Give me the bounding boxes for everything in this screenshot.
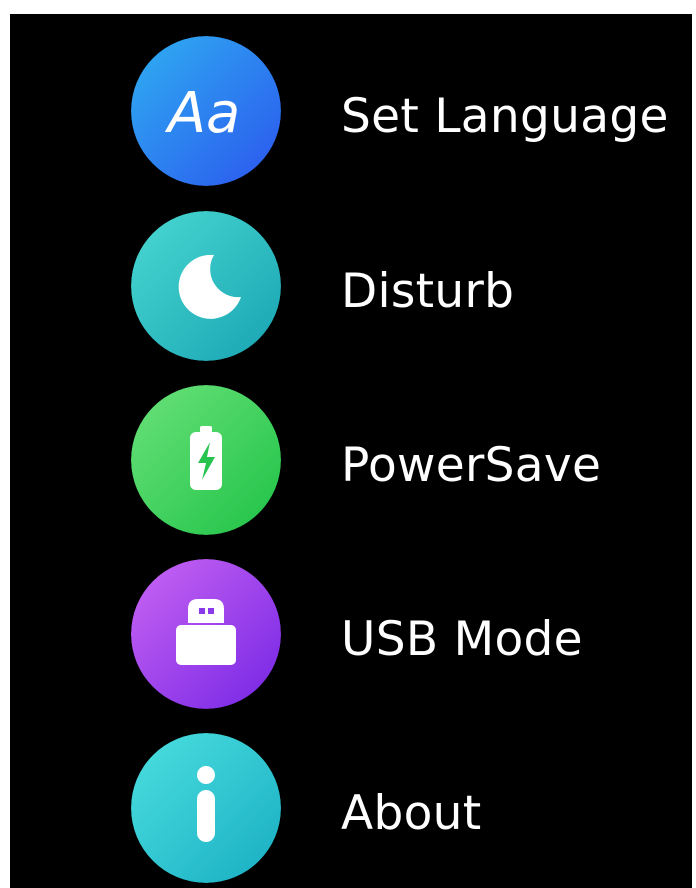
menu-label-about: About	[341, 786, 482, 841]
menu-label-disturb: Disturb	[341, 264, 515, 319]
menu-item-powersave[interactable]: PowerSave	[10, 381, 692, 541]
menu-item-disturb[interactable]: Disturb	[10, 207, 692, 367]
info-icon	[131, 733, 281, 883]
menu-item-set-language[interactable]: Aa Set Language	[10, 32, 692, 192]
menu-label-powersave: PowerSave	[341, 438, 602, 493]
settings-screen: Aa Set Language Disturb PowerSave USB Mo…	[10, 14, 692, 888]
svg-text:Aa: Aa	[165, 81, 241, 146]
battery-charging-icon	[131, 385, 281, 535]
menu-label-set-language: Set Language	[341, 89, 669, 144]
menu-item-usb-mode[interactable]: USB Mode	[10, 555, 692, 715]
usb-plug-icon	[131, 559, 281, 709]
menu-item-about[interactable]: About	[10, 729, 692, 888]
menu-label-usb-mode: USB Mode	[341, 612, 583, 667]
language-aa-icon: Aa	[131, 36, 281, 186]
moon-icon	[131, 211, 281, 361]
